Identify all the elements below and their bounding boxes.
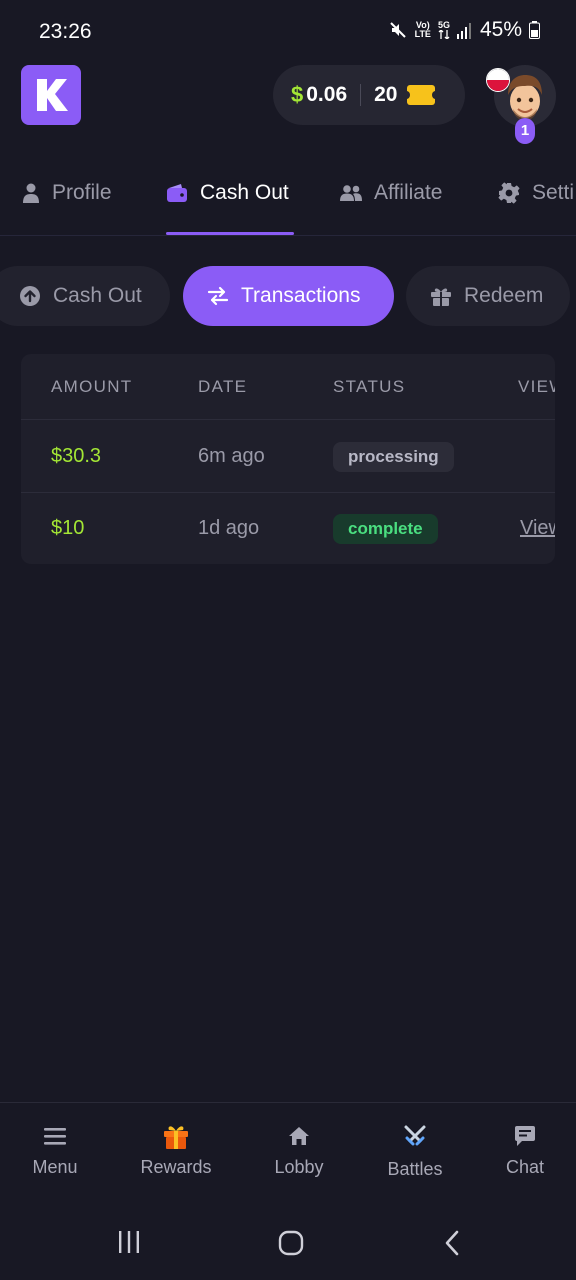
- balance-divider: [360, 84, 362, 106]
- chat-icon: [515, 1126, 535, 1146]
- date-cell: 1d ago: [198, 517, 260, 539]
- subtab-label: Transactions: [241, 284, 361, 307]
- amount-cell: $30.3: [51, 445, 102, 467]
- column-header-view: VIEW: [518, 377, 555, 396]
- tab-settings[interactable]: Setti: [498, 160, 575, 235]
- nav-battles[interactable]: Battles: [365, 1121, 465, 1180]
- subtab-redeem[interactable]: Redeem: [406, 266, 570, 326]
- system-navigation-bar: [0, 1200, 576, 1280]
- status-badge: processing: [333, 442, 454, 472]
- status-time: 23:26: [39, 20, 92, 43]
- gift-icon: [164, 1126, 188, 1149]
- subtab-transactions[interactable]: Transactions: [183, 266, 394, 326]
- tab-label: Setti: [532, 181, 575, 204]
- subtab-label: Redeem: [464, 284, 544, 307]
- status-badge: complete: [333, 514, 438, 544]
- subtab-label: Cash Out: [53, 284, 142, 307]
- tab-cash-out[interactable]: Cash Out: [166, 160, 289, 235]
- column-header-status: STATUS: [333, 377, 406, 396]
- column-header-amount: AMOUNT: [51, 377, 133, 396]
- table-row: $10 1d ago complete View: [21, 493, 555, 564]
- currency-symbol: $: [291, 82, 304, 107]
- table-row: $30.3 6m ago processing: [21, 421, 555, 493]
- balance-amount: 0.06: [306, 83, 348, 106]
- amount-cell: $10: [51, 517, 85, 539]
- transactions-table: AMOUNT DATE STATUS VIEW $30.3 6m ago pro…: [21, 354, 555, 564]
- menu-icon: [44, 1128, 66, 1145]
- mute-icon: [389, 22, 406, 38]
- nav-menu[interactable]: Menu: [5, 1121, 105, 1178]
- view-link[interactable]: View: [520, 517, 555, 540]
- user-avatar-button[interactable]: 1: [486, 65, 556, 144]
- nav-label: Menu: [32, 1157, 78, 1177]
- status-icons: Vo) LTE 5G 45%: [388, 18, 540, 42]
- ticket-count: 20: [374, 83, 398, 106]
- gear-icon: [498, 182, 520, 204]
- tab-label: Profile: [52, 181, 112, 204]
- home-button-icon[interactable]: [278, 1230, 304, 1256]
- tab-label: Affiliate: [374, 181, 443, 204]
- back-button-icon[interactable]: [443, 1230, 461, 1256]
- nav-label: Lobby: [274, 1157, 324, 1177]
- signal-icon: [456, 23, 471, 39]
- subtab-cash-out[interactable]: Cash Out: [0, 266, 170, 326]
- user-icon: [23, 183, 39, 203]
- active-tab-indicator: [166, 232, 294, 235]
- status-bar: 23:26 Vo) LTE 5G 45%: [0, 0, 576, 60]
- gift-icon: [431, 288, 451, 306]
- app-logo[interactable]: [21, 65, 81, 125]
- table-header: AMOUNT DATE STATUS VIEW: [21, 354, 555, 420]
- home-icon: [289, 1127, 309, 1145]
- battery-icon: [529, 21, 540, 39]
- date-cell: 6m ago: [198, 445, 265, 467]
- cashout-subtabs: Cash Out Transactions Redeem: [0, 266, 576, 326]
- balance-pill[interactable]: $ 0.06 20: [273, 65, 465, 125]
- tab-affiliate[interactable]: Affiliate: [340, 160, 443, 235]
- tab-profile[interactable]: Profile: [22, 160, 112, 235]
- nav-label: Battles: [387, 1159, 443, 1179]
- bottom-nav: Menu Rewards Lobby Battles Chat: [0, 1102, 576, 1200]
- tab-label: Cash Out: [200, 181, 289, 204]
- nav-lobby[interactable]: Lobby: [249, 1121, 349, 1178]
- level-badge: 1: [515, 118, 535, 144]
- volte-indicator: Vo) LTE: [414, 20, 431, 39]
- swap-arrows-icon: [207, 286, 229, 306]
- network-gen-indicator: 5G: [438, 21, 450, 39]
- nav-chat[interactable]: Chat: [475, 1121, 575, 1178]
- arrow-up-circle-icon: [20, 286, 40, 306]
- logo-k-icon: [37, 79, 68, 111]
- ticket-icon: [403, 85, 440, 105]
- users-icon: [340, 185, 362, 201]
- wallet-icon: [167, 184, 187, 202]
- nav-label: Rewards: [140, 1157, 212, 1177]
- profile-tabs: Profile Cash Out Affiliate Setti: [0, 160, 576, 236]
- column-header-date: DATE: [198, 377, 248, 396]
- recent-apps-icon[interactable]: [117, 1230, 141, 1254]
- nav-label: Chat: [505, 1157, 545, 1177]
- battery-percent: 45%: [479, 18, 522, 41]
- nav-rewards[interactable]: Rewards: [126, 1121, 226, 1178]
- crossed-swords-icon: [404, 1125, 426, 1146]
- poland-flag-icon: [486, 68, 510, 92]
